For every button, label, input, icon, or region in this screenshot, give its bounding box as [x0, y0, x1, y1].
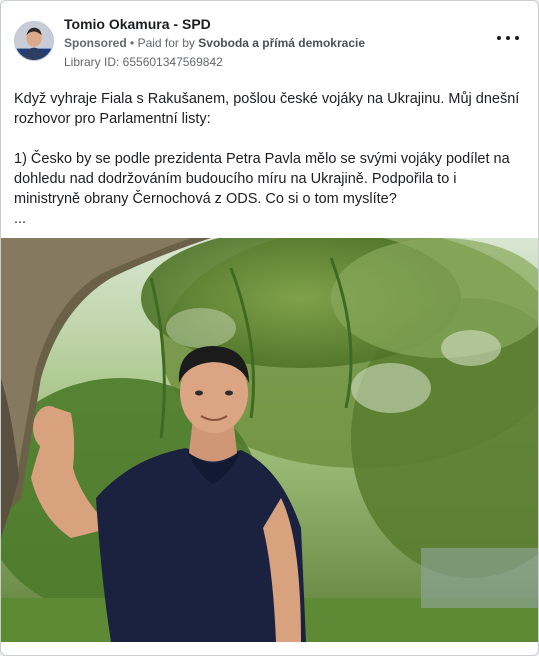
photo-illustration [1, 238, 538, 642]
more-dot [497, 36, 501, 40]
post-image[interactable] [1, 238, 538, 642]
library-id: Library ID: 655601347569842 [64, 55, 223, 69]
more-dot [506, 36, 510, 40]
ad-card: Tomio Okamura - SPD Sponsored • Paid for… [0, 0, 539, 656]
post-body: Když vyhraje Fiala s Rakušanem, pošlou č… [14, 89, 523, 229]
more-horizontal-icon[interactable] [497, 30, 519, 46]
see-more-ellipsis[interactable]: ... [14, 209, 523, 229]
author-name[interactable]: Tomio Okamura - SPD [64, 16, 211, 32]
meta-separator: • [130, 36, 138, 50]
avatar-image [15, 22, 53, 60]
paid-for-prefix: Paid for by [137, 36, 195, 50]
post-text-paragraph-2: 1) Česko by se podle prezidenta Petra Pa… [14, 151, 510, 207]
post-header: Tomio Okamura - SPD Sponsored • Paid for… [14, 14, 525, 74]
more-dot [515, 36, 519, 40]
sponsored-line: Sponsored • Paid for by Svoboda a přímá … [64, 36, 365, 50]
post-text-paragraph-1: Když vyhraje Fiala s Rakušanem, pošlou č… [14, 91, 520, 127]
author-avatar[interactable] [14, 21, 54, 61]
sponsored-label: Sponsored [64, 36, 127, 50]
payer-link[interactable]: Svoboda a přímá demokracie [198, 36, 365, 50]
